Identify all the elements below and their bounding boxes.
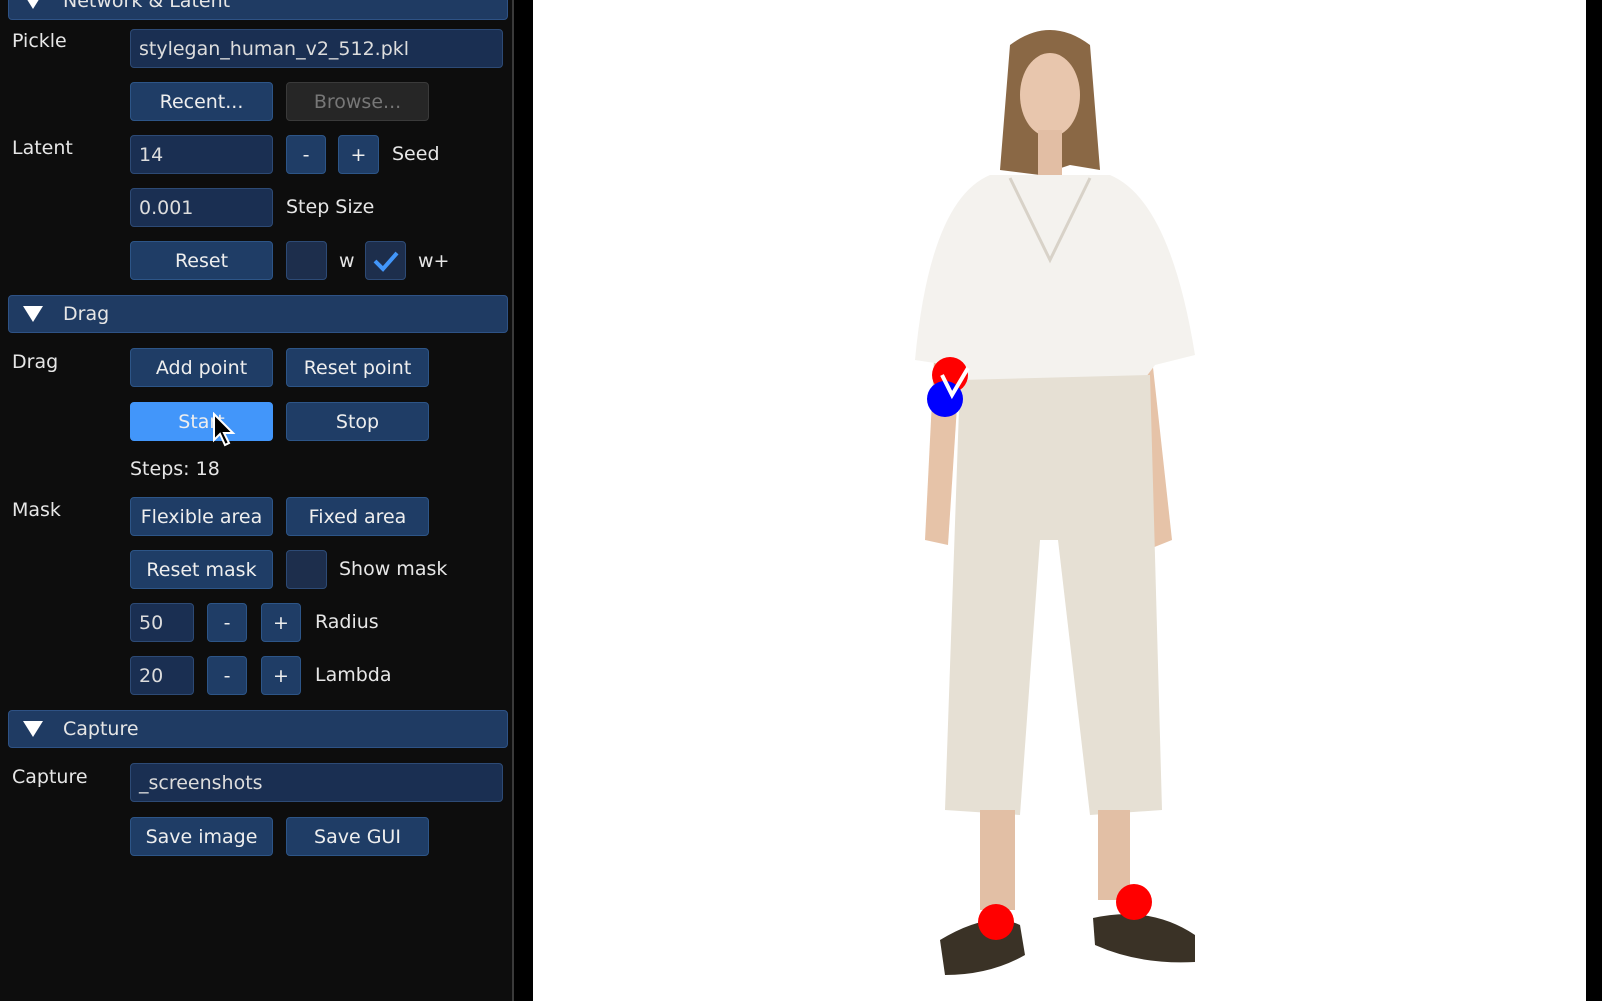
radius-minus-button[interactable]: - bbox=[207, 603, 247, 642]
seed-label: Seed bbox=[392, 143, 440, 165]
show-mask-checkbox[interactable] bbox=[286, 550, 327, 589]
section-header-network-latent[interactable]: Network & Latent bbox=[8, 0, 508, 20]
start-button[interactable]: Start bbox=[130, 402, 273, 441]
section-title: Drag bbox=[63, 303, 110, 325]
lambda-minus-button[interactable]: - bbox=[207, 656, 247, 695]
capture-label: Capture bbox=[12, 766, 88, 788]
save-gui-button[interactable]: Save GUI bbox=[286, 817, 429, 856]
w-label: w bbox=[339, 250, 355, 272]
drag-label: Drag bbox=[12, 351, 59, 373]
seed-input[interactable]: 14 bbox=[130, 135, 273, 174]
mask-label: Mask bbox=[12, 499, 61, 521]
wplus-label: w+ bbox=[418, 250, 450, 272]
seed-minus-button[interactable]: - bbox=[286, 135, 326, 174]
save-image-button[interactable]: Save image bbox=[130, 817, 273, 856]
fixed-area-button[interactable]: Fixed area bbox=[286, 497, 429, 536]
lambda-input[interactable]: 20 bbox=[130, 656, 194, 695]
section-title: Capture bbox=[63, 718, 139, 740]
radius-plus-button[interactable]: + bbox=[261, 603, 301, 642]
latent-label: Latent bbox=[12, 137, 73, 159]
reset-point-button[interactable]: Reset point bbox=[286, 348, 429, 387]
seed-plus-button[interactable]: + bbox=[338, 135, 379, 174]
step-size-label: Step Size bbox=[286, 196, 375, 218]
pickle-label: Pickle bbox=[12, 30, 67, 52]
mouse-cursor-icon bbox=[213, 412, 236, 447]
wplus-checkbox[interactable] bbox=[365, 241, 406, 280]
flexible-area-button[interactable]: Flexible area bbox=[130, 497, 273, 536]
radius-input[interactable]: 50 bbox=[130, 603, 194, 642]
steps-counter: Steps: 18 bbox=[130, 458, 220, 480]
section-title: Network & Latent bbox=[63, 0, 231, 12]
collapse-triangle-icon bbox=[23, 721, 43, 737]
browse-button: Browse... bbox=[286, 82, 429, 121]
capture-path-input[interactable]: _screenshots bbox=[130, 763, 503, 802]
add-point-button[interactable]: Add point bbox=[130, 348, 273, 387]
lambda-plus-button[interactable]: + bbox=[261, 656, 301, 695]
section-header-drag[interactable]: Drag bbox=[8, 295, 508, 333]
pickle-input[interactable]: stylegan_human_v2_512.pkl bbox=[130, 29, 503, 68]
step-size-input[interactable]: 0.001 bbox=[130, 188, 273, 227]
collapse-triangle-icon bbox=[23, 0, 43, 9]
collapse-triangle-icon bbox=[23, 306, 43, 322]
w-checkbox[interactable] bbox=[286, 241, 327, 280]
generated-image-canvas[interactable] bbox=[533, 0, 1586, 1001]
lambda-label: Lambda bbox=[315, 664, 392, 686]
recent-button[interactable]: Recent... bbox=[130, 82, 273, 121]
stop-button[interactable]: Stop bbox=[286, 402, 429, 441]
reset-mask-button[interactable]: Reset mask bbox=[130, 550, 273, 589]
checkmark-icon bbox=[373, 251, 399, 272]
handle-point-marker[interactable] bbox=[1116, 884, 1152, 920]
reset-latent-button[interactable]: Reset bbox=[130, 241, 273, 280]
section-header-capture[interactable]: Capture bbox=[8, 710, 508, 748]
control-panel: Network & Latent Pickle stylegan_human_v… bbox=[0, 0, 514, 1001]
handle-point-marker[interactable] bbox=[978, 904, 1014, 940]
radius-label: Radius bbox=[315, 611, 379, 633]
show-mask-label: Show mask bbox=[339, 558, 448, 580]
generated-person-image bbox=[915, 30, 1195, 975]
